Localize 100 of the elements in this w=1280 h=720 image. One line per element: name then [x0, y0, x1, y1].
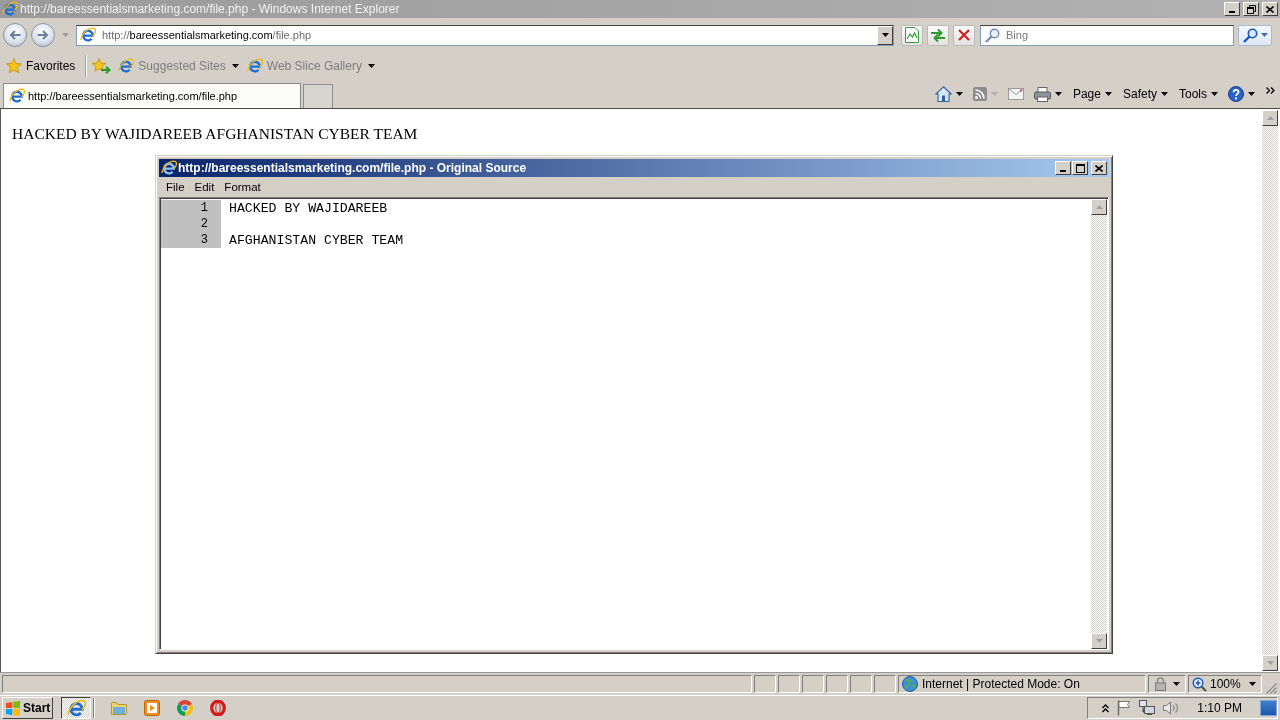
browser-logo-icon — [2, 1, 18, 17]
round-browser-icon[interactable] — [177, 700, 193, 716]
printer-icon — [1033, 86, 1051, 102]
play-icon[interactable] — [144, 700, 160, 716]
search-icon — [1242, 27, 1258, 43]
stop-button[interactable] — [953, 24, 975, 46]
maximize-button[interactable] — [1072, 161, 1088, 175]
search-field[interactable]: Bing — [980, 24, 1234, 46]
lock-icon — [1154, 677, 1167, 691]
close-button[interactable] — [1091, 161, 1107, 175]
status-pane — [754, 675, 776, 693]
command-menu-button[interactable]: Tools — [1176, 85, 1221, 103]
scrollbar[interactable] — [1262, 110, 1278, 671]
arrow-up-icon — [1266, 116, 1274, 120]
menu-item[interactable]: Format — [219, 180, 266, 194]
refresh-icon — [930, 27, 946, 43]
security-zone-pane[interactable]: Internet | Protected Mode: On — [898, 675, 1146, 693]
line-number: 3 — [161, 232, 221, 248]
minimize-icon — [1229, 10, 1235, 13]
star-arrow-icon — [92, 58, 112, 74]
address-field[interactable]: http://bareessentialsmarketing.com/file.php — [76, 24, 894, 46]
feed-icon — [972, 87, 987, 101]
status-pane — [874, 675, 896, 693]
ring-icon[interactable] — [210, 700, 226, 716]
restore-button[interactable] — [1243, 2, 1259, 16]
browser-logo-icon — [66, 698, 86, 718]
caret-icon — [1249, 682, 1256, 686]
favorites-button[interactable]: Favorites — [4, 56, 78, 76]
envelope-icon — [1007, 88, 1024, 100]
caret-icon — [231, 64, 239, 68]
minimize-button[interactable] — [1224, 2, 1240, 16]
caret-icon — [1161, 92, 1168, 96]
arrow-down-icon — [1266, 661, 1274, 665]
minimize-icon — [1060, 169, 1066, 172]
torn-page-icon — [905, 27, 919, 43]
page-heading: HACKED BY WAJIDAREEB AFGHANISTAN CYBER TEAM — [12, 125, 419, 143]
resize-grip-icon[interactable] — [1266, 683, 1277, 694]
help-icon — [1228, 86, 1244, 102]
caret-icon — [881, 33, 889, 37]
forward-button[interactable] — [31, 23, 55, 47]
zoom-in-icon — [1192, 676, 1207, 692]
arrow-left-icon — [9, 30, 21, 40]
caret-icon — [1260, 33, 1268, 37]
caret-icon — [367, 64, 375, 68]
menu-item[interactable]: File — [161, 180, 190, 194]
zoom-button[interactable]: 100% — [1188, 675, 1262, 693]
speaker-icon[interactable] — [1163, 701, 1180, 715]
search-icon — [985, 27, 1000, 43]
command-menu-button[interactable]: Page — [1069, 85, 1115, 103]
back-button[interactable] — [3, 23, 27, 47]
caret-icon — [1054, 92, 1062, 96]
scroll-up-button[interactable] — [1091, 199, 1107, 215]
status-pane — [826, 675, 848, 693]
line-number: 2 — [161, 216, 221, 232]
network-icon[interactable] — [1139, 700, 1156, 716]
show-desktop-button[interactable] — [1260, 700, 1277, 716]
taskbar-browser-button[interactable] — [61, 697, 91, 719]
scroll-down-button[interactable] — [1262, 655, 1278, 671]
start-logo-icon — [5, 700, 21, 716]
scroll-down-button[interactable] — [1091, 633, 1107, 649]
protected-mode-button[interactable] — [1148, 675, 1186, 693]
line-number: 1 — [161, 200, 221, 216]
browser-logo-icon — [118, 58, 135, 74]
command-menu-button[interactable]: Safety — [1119, 85, 1171, 103]
browser-logo-icon — [246, 58, 263, 74]
menu-item[interactable]: Edit — [189, 180, 220, 194]
caret-icon — [1211, 92, 1218, 96]
close-icon — [1095, 164, 1103, 172]
caret-icon — [955, 92, 963, 96]
scrollbar[interactable] — [1091, 199, 1107, 649]
browser-logo-icon — [9, 88, 25, 104]
scroll-up-button[interactable] — [1262, 110, 1278, 126]
code-line: AFGHANISTAN CYBER TEAM — [229, 232, 404, 248]
browser-tab[interactable]: http://bareessentialsmarketing.com/file.php — [3, 83, 301, 108]
restore-icon — [1246, 4, 1256, 14]
search-button[interactable] — [1238, 24, 1272, 46]
arrow-down-icon — [1095, 639, 1103, 643]
browser-logo-icon — [161, 160, 177, 176]
caret-icon — [1248, 92, 1255, 96]
address-dropdown-button[interactable] — [877, 25, 893, 45]
caret-icon — [1173, 682, 1180, 686]
clock[interactable]: 1:10 PM — [1197, 701, 1242, 715]
home-icon — [934, 86, 952, 102]
maximize-icon — [1075, 163, 1085, 173]
window-title: http://bareessentialsmarketing.com/file.php - Windows Internet Explorer — [20, 2, 400, 16]
status-pane — [850, 675, 872, 693]
globe-icon — [902, 676, 918, 692]
star-icon — [6, 58, 22, 74]
code-line: HACKED BY WAJIDAREEB — [229, 200, 388, 216]
window-title: http://bareessentialsmarketing.com/file.php - Original Source — [178, 161, 527, 175]
chevron-up-icon[interactable] — [1102, 703, 1110, 713]
minimize-button[interactable] — [1055, 161, 1071, 175]
status-pane — [802, 675, 824, 693]
compatibility-view-button[interactable] — [901, 24, 923, 46]
refresh-button[interactable] — [927, 24, 949, 46]
flag-icon[interactable] — [1117, 700, 1132, 716]
start-button[interactable]: Start — [2, 697, 53, 719]
close-button[interactable] — [1262, 2, 1278, 16]
help-button[interactable] — [1225, 84, 1258, 104]
chevron-icon[interactable] — [1266, 86, 1275, 94]
